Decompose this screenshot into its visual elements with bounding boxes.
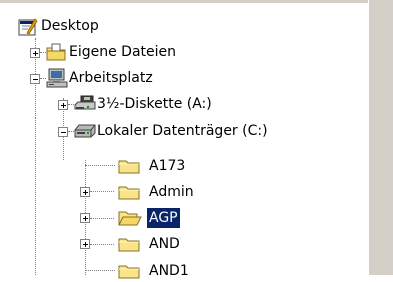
expand-icon[interactable] <box>80 239 90 249</box>
desktop-icon <box>18 17 38 37</box>
tree-item-arbeitsplatz[interactable]: Arbeitsplatz <box>0 67 368 89</box>
folder-icon <box>118 263 140 279</box>
collapse-icon[interactable] <box>58 127 68 137</box>
tree-item-diskette-a[interactable]: 3½-Diskette (A:) <box>0 93 368 115</box>
tree-item-label: Arbeitsplatz <box>69 70 153 86</box>
tree-item-folder-admin[interactable]: Admin <box>0 181 368 203</box>
tree-item-label: AGP <box>147 208 180 228</box>
expand-icon[interactable] <box>30 48 40 58</box>
tree-item-folder-agp[interactable]: AGP <box>0 207 368 229</box>
tree-item-label: Eigene Dateien <box>69 44 177 60</box>
hard-drive-icon <box>74 124 96 138</box>
tree-item-label: Admin <box>149 184 194 200</box>
my-computer-icon <box>46 68 68 88</box>
expand-icon[interactable] <box>80 187 90 197</box>
tree-item-eigene-dateien[interactable]: Eigene Dateien <box>0 41 368 63</box>
window-top-border <box>0 0 393 3</box>
tree-item-folder-and1[interactable]: AND1 <box>0 260 368 282</box>
tree-item-folder-and[interactable]: AND <box>0 233 368 255</box>
tree-item-desktop[interactable]: Desktop <box>0 15 368 37</box>
folder-icon <box>118 236 140 252</box>
floppy-drive-icon <box>74 95 96 113</box>
folder-icon <box>118 158 140 174</box>
tree-item-label: A173 <box>149 158 186 174</box>
tree-item-label: AND <box>149 236 180 252</box>
tree-item-label: 3½-Diskette (A:) <box>97 96 212 112</box>
open-folder-icon <box>118 210 142 226</box>
tree-item-label: AND1 <box>149 263 189 279</box>
vertical-scrollbar[interactable] <box>368 0 393 275</box>
tree-item-label: Lokaler Datenträger (C:) <box>97 123 268 139</box>
tree-item-label: Desktop <box>41 18 99 34</box>
collapse-icon[interactable] <box>30 74 40 84</box>
folder-icon <box>118 184 140 200</box>
my-documents-folder-icon <box>46 43 66 61</box>
tree-item-folder-a173[interactable]: A173 <box>0 155 368 177</box>
expand-icon[interactable] <box>58 100 68 110</box>
tree-item-local-disk-c[interactable]: Lokaler Datenträger (C:) <box>0 120 368 142</box>
expand-icon[interactable] <box>80 213 90 223</box>
